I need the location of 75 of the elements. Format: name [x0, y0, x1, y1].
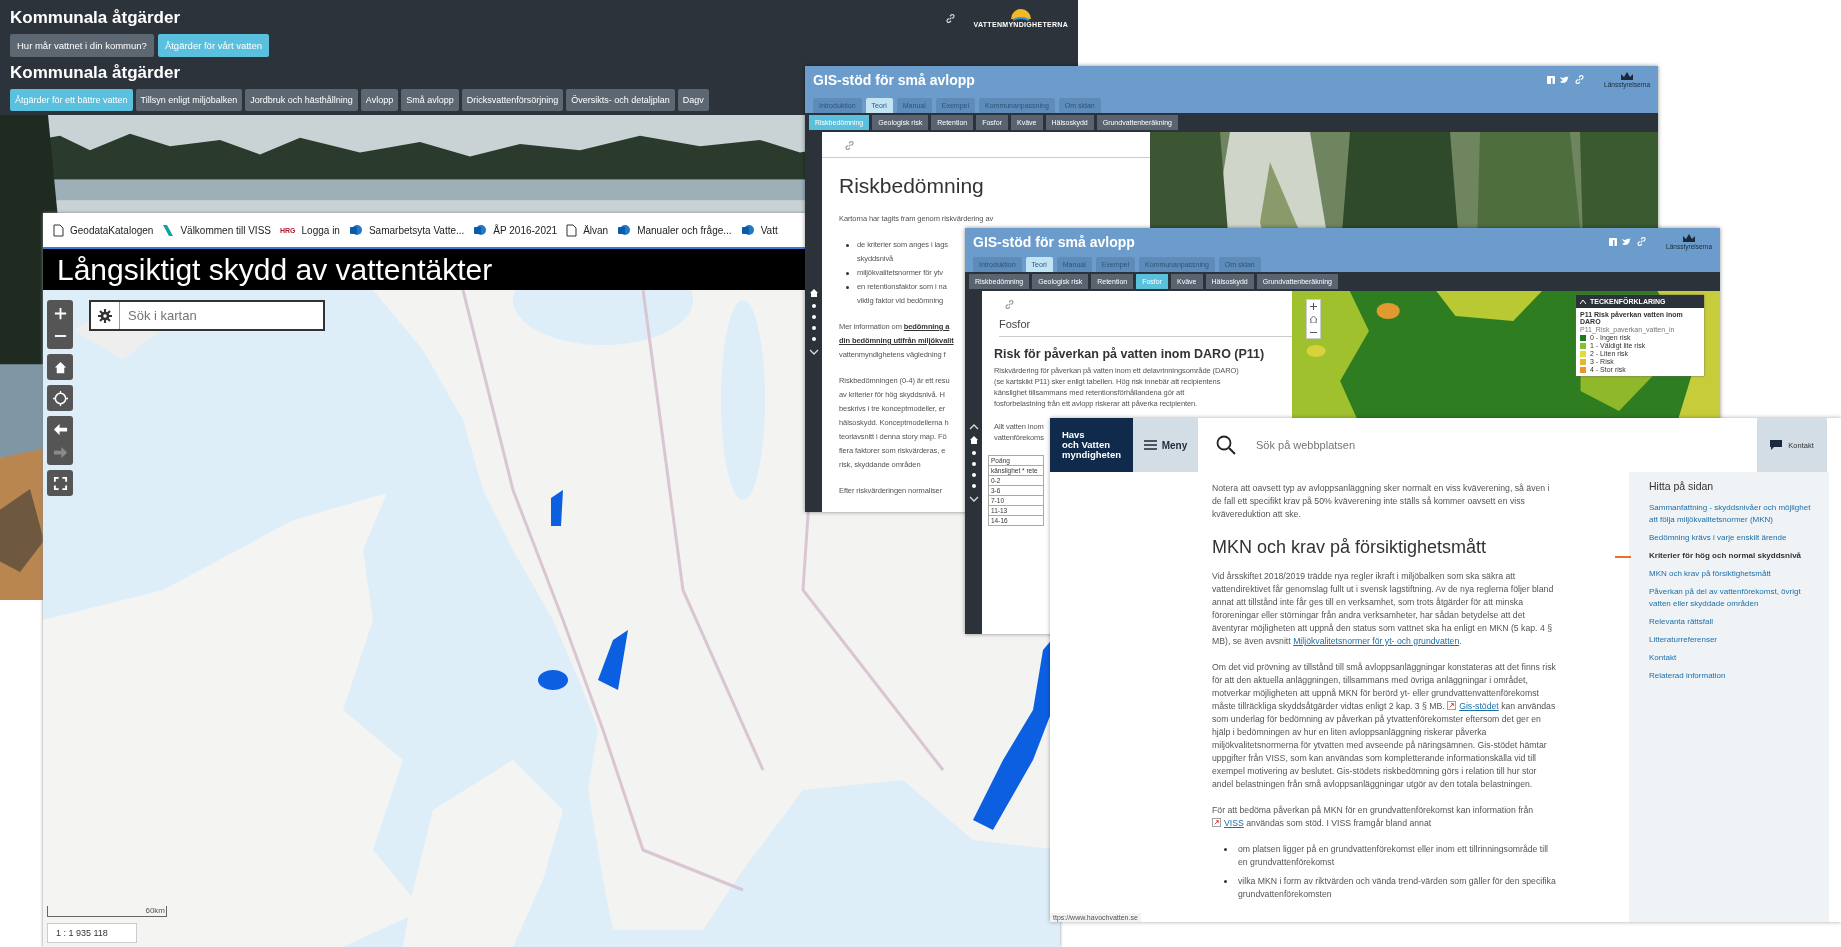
arrow-right-icon [52, 444, 68, 460]
bullet-icon [846, 272, 849, 275]
tab[interactable]: Översikts- och detaljplan [566, 89, 675, 111]
toc-link[interactable]: Litteraturreferenser [1649, 634, 1718, 646]
paragraph: Om det vid prövning av tillstånd till små avloppsanläggningar konstateras att det finns risk för att den aktuella anläggningen, tillsammans med övriga anläggningar i området, motverkar möjligheten att uppnå MKN för berörd yt- eller grundvattenvattenförekomst måste tillräckliga skyddsåtgärder vidtas enligt 2 kap. 3 § MB. Gis-stödet kan användas som underlag för bedömning av påverkan på ytvattenförekomster eftersom det ger en hjälp i bedömningen av hur en liten avloppsanläggning riskerar påverka miljökvalitetsnormerna för ytvatten med avseende på näringsämnen. Gis-stödet hämtar uppgifter från VISS, som kan användas som kompletterande informationskälla vid till exempel motivering av beslutet. Gis-stödets riskbedömning görs i relation till hur stor andel belastningen från små avloppsanläggningar utgör av den totala belastningen. [1212, 661, 1557, 791]
settings-icon[interactable] [98, 308, 112, 323]
document-logo-icon [473, 223, 488, 237]
dots-icon[interactable] [971, 449, 976, 490]
paragraph: Vid årsskiftet 2018/2019 trädde nya regler ikraft i miljöbalken som ska säkra att vattendirektivet får genomslag fullt ut i svensk lagstiftning. Av de nya reglerna följer bland annat att tillstånd inte får ges till en verksamhet, som trots åtgärder för att minska föroreningar eller störningar från andra verksamheter, har sådan betydelse att det äventyrar möjligheten att uppnå den status som vattnet ska ha enligt en MKN (5 kap. 4 § MB), se även avsnitt Miljökvalitetsnormer för yt- och grundvatten. [1212, 570, 1555, 648]
bookmark[interactable]: Älvan [566, 223, 609, 237]
toc-link[interactable]: Relaterad information [1649, 670, 1726, 682]
scale-bar: 60km [47, 906, 167, 917]
home-icon[interactable] [969, 435, 978, 444]
crosshair-icon [52, 390, 68, 406]
app-title: GIS-stöd för små avlopp [813, 71, 975, 88]
chevron-down-icon[interactable] [968, 495, 979, 502]
nav-button[interactable]: Hur mår vattnet i din kommun? [10, 34, 154, 57]
stripe-logo-icon [162, 223, 175, 237]
toc-link[interactable]: Påverkan på del av vattenförekomst, övrigt vatten eller skyddade områden [1649, 586, 1819, 610]
bookmark[interactable]: Välkommen till VISS [162, 223, 271, 237]
chevron-up-icon[interactable] [968, 423, 979, 430]
page-heading: Riskbedömning [839, 174, 985, 198]
tab[interactable]: Avlopp [360, 89, 399, 111]
home-icon [52, 359, 68, 375]
page-icon [566, 223, 578, 237]
bookmark[interactable]: Vatt [740, 223, 778, 237]
toc-link[interactable]: Relevanta rättsfall [1649, 616, 1714, 628]
toc-link[interactable]: MKN och krav på försiktighetsmått [1649, 568, 1771, 580]
bullet-icon [1224, 848, 1227, 851]
list-item: om platsen ligger på en grundvattenförekomst eller inom ett tillrinningsområde till en grundvattenförekomst [1238, 843, 1549, 869]
tab[interactable]: Tillsyn enligt miljöbalken [135, 89, 243, 111]
current-indicator [1615, 556, 1631, 558]
document-logo-icon [348, 223, 363, 237]
document-logo-icon [617, 223, 632, 237]
home-icon[interactable] [809, 289, 818, 297]
external-link-icon [1212, 818, 1221, 827]
chat-icon [1770, 440, 1783, 450]
page-icon [53, 223, 64, 237]
tab[interactable]: Dricksvattenförsörjning [461, 89, 564, 111]
toc-link[interactable]: Kriterier för hög och normal skyddsnivå [1649, 550, 1802, 562]
tab[interactable]: Dagv [677, 89, 709, 111]
chevron-down-icon[interactable] [808, 349, 819, 355]
bookmark[interactable]: GeodataKatalogen [53, 223, 154, 237]
bookmark[interactable]: ÅP 2016-2021 [473, 223, 558, 237]
app-title: Långsiktigt skydd av vattentäkter [57, 252, 493, 288]
toc-link[interactable]: Kontakt [1649, 652, 1677, 664]
bird-icon[interactable] [1560, 75, 1570, 84]
external-link-icon [1447, 701, 1457, 710]
tab[interactable]: Jordbruk och hästhållning [245, 89, 358, 111]
bullet-icon [846, 286, 849, 289]
arrow-left-icon [52, 421, 68, 437]
toc-link[interactable]: Bedömning krävs i varje enskilt ärende [1649, 532, 1787, 544]
dots-icon[interactable] [811, 303, 816, 343]
search-field[interactable]: Sök i kartan [89, 300, 325, 331]
scale-value: 1 : 1 935 118 [47, 923, 137, 943]
toc-title: Hitta på sidan [1649, 480, 1715, 492]
logo[interactable]: Havs och Vatten myndigheten [1050, 418, 1133, 472]
bookmark[interactable]: Manualer och fråge... [617, 223, 732, 237]
toc-link[interactable]: Sammanfattning - skyddsnivåer och möjlighet att följa miljökvalitetsnormer (MKN) [1649, 502, 1819, 526]
text-link[interactable]: Gis-stödet [1447, 701, 1499, 711]
paragraph: För att bedöma påverkan på MKN för en grundvattenförekomst kan information från VISS användas som stöd. I VISS framgår bland annat [1212, 804, 1535, 830]
bookmark[interactable]: Samarbetsyta Vatte... [348, 223, 465, 237]
app-title: GIS-stöd för små avlopp [973, 233, 1135, 250]
text-link[interactable]: VISS [1212, 818, 1244, 828]
bullet-icon [846, 244, 849, 247]
tab[interactable]: Små avlopp [401, 89, 459, 111]
list-item: vilka MKN i form av riktvärden och vända trend-värden som gäller för den specifika grundvattenförekomsten [1238, 875, 1557, 901]
section-title: Kommunala åtgärder [10, 63, 181, 83]
minus-icon [52, 335, 68, 337]
fullscreen-icon [52, 475, 68, 491]
document-logo-icon [740, 223, 755, 237]
square-logo-icon[interactable] [1547, 75, 1556, 84]
bullet-icon [1224, 880, 1227, 883]
page-title: Kommunala åtgärder [10, 8, 181, 28]
plus-icon [52, 305, 68, 321]
